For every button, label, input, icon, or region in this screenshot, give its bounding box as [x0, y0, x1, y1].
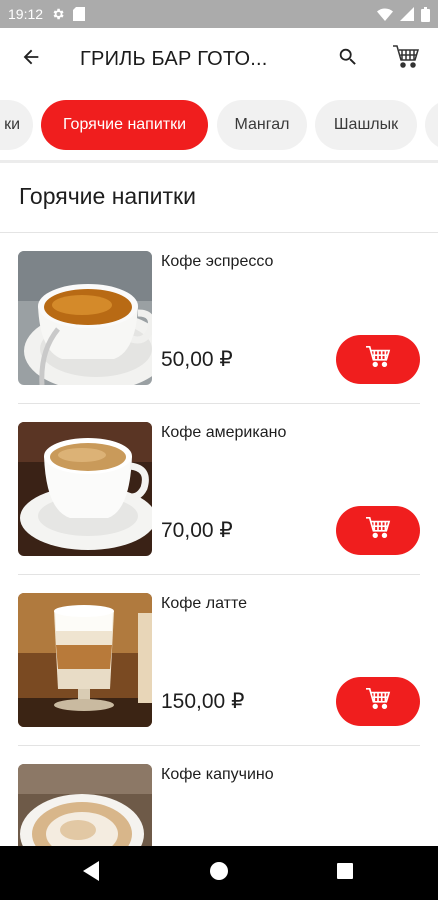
category-tab-shashlik[interactable]: Шашлык: [315, 100, 417, 150]
product-name: Кофе эспрессо: [161, 253, 274, 270]
nav-recents-icon: [337, 862, 353, 884]
section-title: Горячие напитки: [19, 183, 196, 209]
cart-icon: [365, 345, 391, 374]
status-time: 19:12: [8, 6, 44, 22]
product-card-cappuccino[interactable]: Кофе капучино: [0, 746, 438, 846]
category-tabs: ки Горячие напитки Мангал Шашлык: [0, 98, 438, 152]
product-card-espresso[interactable]: Кофе эспрессо 50,00 ₽: [0, 233, 438, 404]
sd-card-icon: [73, 7, 86, 21]
cart-icon: [365, 516, 391, 545]
cart-icon: [365, 687, 391, 716]
product-price: 50,00 ₽: [161, 348, 233, 371]
nav-recents-button[interactable]: [315, 846, 375, 900]
add-to-cart-button[interactable]: [336, 335, 420, 384]
product-image-cappuccino: [18, 764, 152, 846]
cart-icon: [392, 44, 420, 75]
category-tab-next[interactable]: [425, 100, 438, 150]
battery-icon: [421, 6, 430, 22]
product-image-latte: [18, 593, 152, 727]
cart-button[interactable]: [382, 36, 430, 82]
category-tab-label: Мангал: [234, 116, 290, 133]
app-title: ГРИЛЬ БАР ГОТО...: [80, 47, 268, 70]
product-card-americano[interactable]: Кофе американо 70,00 ₽: [0, 404, 438, 575]
product-name: Кофе американо: [161, 424, 287, 441]
product-name: Кофе латте: [161, 595, 247, 612]
product-image-americano: [18, 422, 152, 556]
add-to-cart-button[interactable]: [336, 506, 420, 555]
product-price: 70,00 ₽: [161, 519, 233, 542]
gear-icon: [51, 7, 65, 21]
category-tab-mangal[interactable]: Мангал: [217, 100, 307, 150]
category-tab-partial[interactable]: ки: [0, 100, 33, 150]
nav-back-button[interactable]: [62, 846, 122, 900]
app-bar: ГРИЛЬ БАР ГОТО...: [0, 28, 438, 90]
back-arrow-icon: [20, 46, 42, 73]
search-icon: [337, 46, 359, 73]
nav-home-button[interactable]: [189, 846, 249, 900]
category-tab-label: Шашлык: [333, 116, 399, 133]
divider: [0, 160, 438, 163]
category-tab-label: ки: [4, 116, 20, 133]
product-price: 150,00 ₽: [161, 690, 245, 713]
signal-icon: [400, 7, 414, 21]
search-button[interactable]: [325, 36, 371, 82]
product-name: Кофе капучино: [161, 766, 274, 783]
product-image-espresso: [18, 251, 152, 385]
category-tab-label: Горячие напитки: [62, 116, 187, 133]
status-bar: 19:12: [0, 0, 438, 28]
system-nav-bar: [0, 846, 438, 900]
wifi-icon: [377, 7, 393, 21]
category-tab-hot-drinks[interactable]: Горячие напитки: [41, 100, 208, 150]
add-to-cart-button[interactable]: [336, 677, 420, 726]
nav-back-icon: [83, 860, 101, 886]
back-button[interactable]: [0, 28, 62, 90]
product-card-latte[interactable]: Кофе латте 150,00 ₽: [0, 575, 438, 746]
nav-home-icon: [210, 861, 228, 885]
